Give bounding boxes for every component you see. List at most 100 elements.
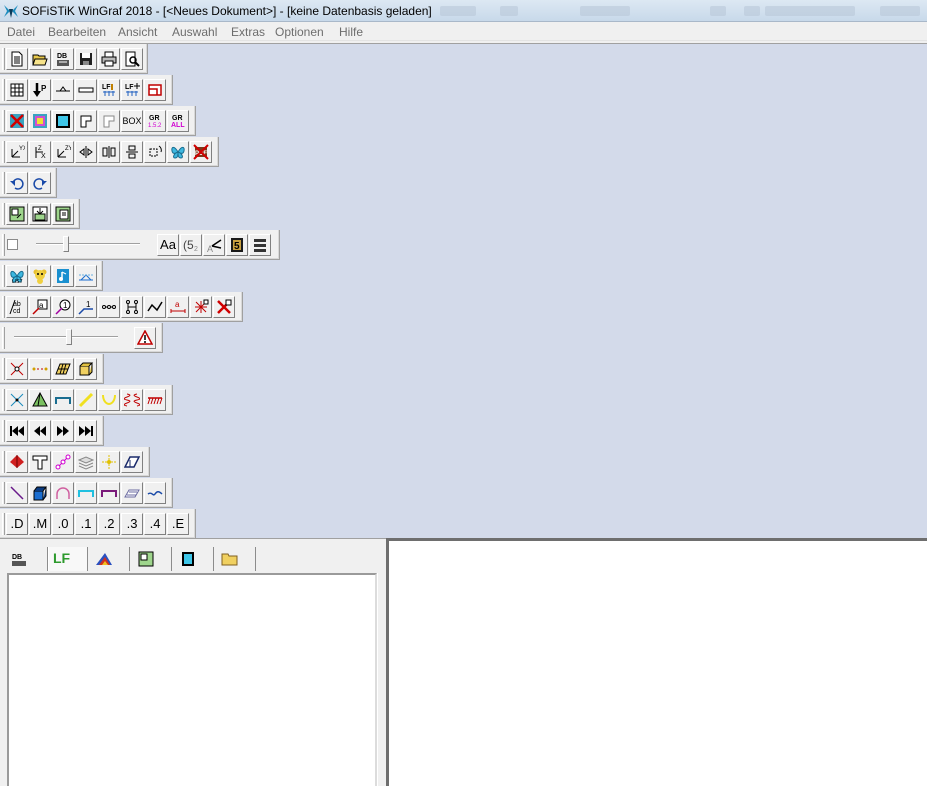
toolbar-grip[interactable] [2,203,5,225]
toolbar-grip[interactable] [2,172,5,194]
toolbar-grip[interactable] [2,482,5,504]
diagonal-line-button[interactable] [75,389,97,411]
label-arrow-button[interactable]: a [167,296,189,318]
menu-datei[interactable]: Datei [7,25,35,39]
toolbar-grip[interactable] [2,358,5,380]
color-page-button[interactable] [29,110,51,132]
toolbar-grip[interactable] [2,141,5,163]
rotate-button[interactable] [144,141,166,163]
red-house-button[interactable] [6,451,28,473]
toolbar-grip[interactable] [2,327,5,349]
page-copy-button[interactable] [52,203,74,225]
music-page-button[interactable] [52,265,74,287]
tab-database[interactable]: DB [4,547,48,571]
connect-nodes-button[interactable] [52,451,74,473]
toolbar-grip[interactable] [2,513,5,535]
toolbar-grip[interactable] [2,389,5,411]
toolbar-grip[interactable] [2,420,5,442]
mesh-button[interactable] [52,358,74,380]
disable-pdf-button[interactable]: PDF [190,141,212,163]
redo-button[interactable] [29,172,51,194]
dimension-button[interactable] [98,296,120,318]
beam-button[interactable] [75,79,97,101]
detail-slider-thumb[interactable] [66,329,72,345]
purple-bracket-button[interactable] [98,482,120,504]
tree-view[interactable] [7,573,377,786]
toolbar-grip[interactable] [2,234,5,256]
box-button[interactable]: BOX [121,110,143,132]
tab-results[interactable] [88,547,130,571]
format-e-button[interactable]: .E [167,513,189,535]
slab-button[interactable] [121,482,143,504]
menu-optionen[interactable]: Optionen [275,25,324,39]
cube-button[interactable] [75,358,97,380]
line-button[interactable] [6,482,28,504]
save-button[interactable] [75,48,97,70]
format-d-button[interactable]: .D [6,513,28,535]
view-yz-button[interactable]: XZ [29,141,51,163]
number-font-button[interactable]: (5 2 [180,234,202,256]
delete-label-button[interactable] [213,296,235,318]
load-arrow-button[interactable]: P [29,79,51,101]
mirror-vertical-button[interactable] [98,141,120,163]
butterfly-label-button[interactable]: LIST [6,265,28,287]
teddy-button[interactable] [29,265,51,287]
view-xy-button[interactable]: ZY [52,141,74,163]
open-button[interactable] [29,48,51,70]
table-button[interactable] [6,79,28,101]
undo-button[interactable] [6,172,28,194]
previous-page-button[interactable] [29,420,51,442]
gr-152-button[interactable]: GR 1.5.2 [144,110,166,132]
page-export-button[interactable] [6,203,28,225]
pyramid-button[interactable] [29,389,51,411]
section-button[interactable] [52,79,74,101]
arrow-box-button[interactable] [144,79,166,101]
label-circle-button[interactable]: 1 [52,296,74,318]
format-3-button[interactable]: .3 [121,513,143,535]
scale-slider-track[interactable] [36,243,140,245]
tab-folder[interactable] [214,547,256,571]
scale-checkbox[interactable] [7,239,18,250]
frame-button[interactable] [52,110,74,132]
load-case-button[interactable]: LF [98,79,120,101]
text-abcd-button[interactable]: ab cd [6,296,28,318]
label-point-button[interactable]: a [29,296,51,318]
view-xz-button[interactable]: YX [6,141,28,163]
tab-load-cases[interactable]: LF [48,547,88,571]
explode-button[interactable] [190,296,212,318]
corner-button[interactable] [75,110,97,132]
scale-slider-thumb[interactable] [63,236,69,252]
first-page-button[interactable] [6,420,28,442]
next-page-button[interactable] [52,420,74,442]
load-case-add-button[interactable]: LF [121,79,143,101]
page-import-button[interactable] [29,203,51,225]
spring-button[interactable] [121,389,143,411]
label-5-button[interactable]: 5 [226,234,248,256]
print-preview-button[interactable] [121,48,143,70]
corner-outline-button[interactable] [98,110,120,132]
plane-button[interactable] [121,451,143,473]
cyan-bracket-button[interactable] [75,482,97,504]
gr-all-button[interactable]: GR ALL [167,110,189,132]
arc-button[interactable] [98,389,120,411]
panel-splitter[interactable] [377,573,386,786]
toolbar-grip[interactable] [2,265,5,287]
toolbar-grip[interactable] [2,110,5,132]
menu-ansicht[interactable]: Ansicht [118,25,157,39]
polyline-button[interactable] [144,296,166,318]
toolbar-grip[interactable] [2,79,5,101]
beam-bracket-button[interactable] [52,389,74,411]
toolbar-grip[interactable] [2,48,5,70]
tab-layout[interactable] [172,547,214,571]
new-document-button[interactable] [6,48,28,70]
format-4-button[interactable]: .4 [144,513,166,535]
menu-auswahl[interactable]: Auswahl [172,25,217,39]
text-angle-button[interactable]: A [203,234,225,256]
tab-pages[interactable] [130,547,172,571]
node-grid-button[interactable] [121,296,143,318]
mirror-horizontal-axis-button[interactable] [121,141,143,163]
toolbar-grip[interactable] [2,451,5,473]
butterfly-button[interactable] [167,141,189,163]
format-0-button[interactable]: .0 [52,513,74,535]
menu-hilfe[interactable]: Hilfe [339,25,363,39]
